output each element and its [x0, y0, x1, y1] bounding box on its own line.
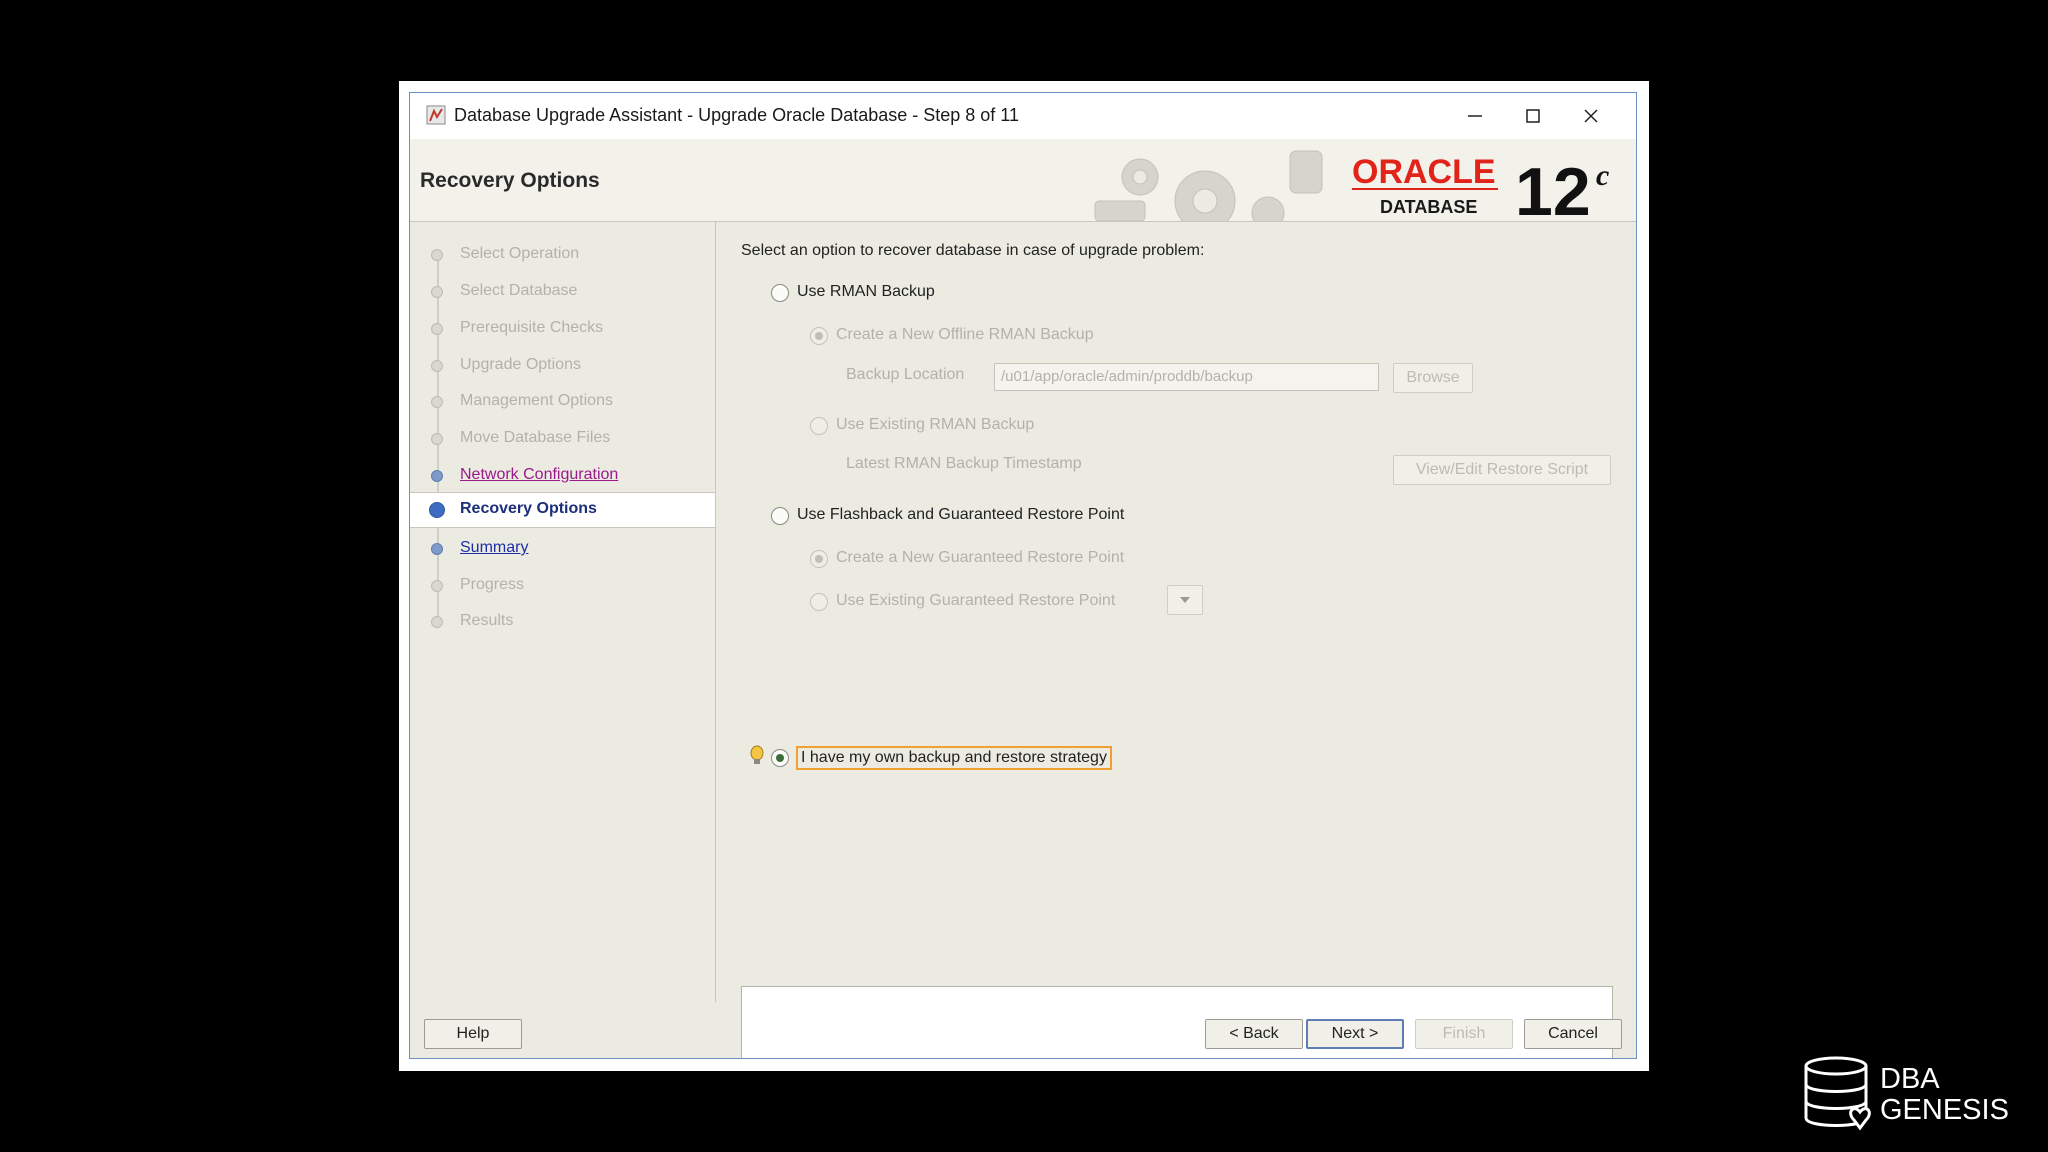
step-label: Results [460, 612, 514, 629]
back-button[interactable]: < Back [1205, 1019, 1303, 1049]
wordmark-line-2: GENESIS [1880, 1094, 2009, 1126]
step-network-configuration[interactable]: Network Configuration [410, 459, 715, 493]
create-guaranteed-restore-point-label: Create a New Guaranteed Restore Point [836, 549, 1125, 566]
browse-button[interactable]: Browse [1393, 363, 1473, 393]
step-dot-icon [431, 543, 443, 555]
finish-button[interactable]: Finish [1415, 1019, 1513, 1049]
use-flashback-label[interactable]: Use Flashback and Guaranteed Restore Poi… [797, 506, 1124, 524]
step-label: Progress [460, 576, 525, 593]
page-title: Recovery Options [420, 169, 600, 192]
use-existing-rman-backup-label: Use Existing RMAN Backup [836, 416, 1035, 433]
step-dot-icon [431, 286, 443, 298]
minimize-icon [1468, 115, 1482, 117]
step-management-options: Management Options [410, 385, 715, 419]
step-dot-icon [431, 616, 443, 628]
window-title: Database Upgrade Assistant - Upgrade Ora… [454, 105, 1019, 125]
maximize-button[interactable] [1504, 93, 1562, 139]
create-offline-rman-backup-label: Create a New Offline RMAN Backup [836, 326, 1094, 343]
own-backup-strategy-label[interactable]: I have my own backup and restore strateg… [796, 746, 1112, 770]
step-label[interactable]: Summary [460, 539, 528, 557]
svg-text:c: c [1596, 159, 1609, 192]
oracle-logo: ORACLE DATABASE 12 c [1352, 153, 1609, 219]
maximize-icon [1526, 109, 1540, 123]
use-rman-backup-radio[interactable] [771, 284, 789, 302]
step-select-database: Select Database [410, 275, 715, 309]
backup-location-label: Backup Location [846, 366, 965, 383]
step-summary[interactable]: Summary [410, 532, 715, 566]
recovery-options-panel: Select an option to recover database in … [716, 222, 1636, 1058]
step-label: Select Operation [460, 245, 580, 262]
use-existing-restore-point-radio[interactable] [810, 593, 828, 611]
dbua-window: Database Upgrade Assistant - Upgrade Ora… [409, 92, 1637, 1059]
use-rman-backup-label[interactable]: Use RMAN Backup [797, 283, 935, 301]
instruction-text: Select an option to recover database in … [741, 242, 1205, 259]
step-progress: Progress [410, 569, 715, 603]
step-prerequisite-checks: Prerequisite Checks [410, 312, 715, 346]
backup-location-field[interactable]: /u01/app/oracle/admin/proddb/backup [994, 363, 1379, 391]
restore-point-dropdown[interactable] [1167, 585, 1203, 615]
svg-text:ORACLE: ORACLE [1352, 153, 1496, 191]
lightbulb-icon [750, 745, 764, 764]
step-label: Recovery Options [460, 500, 597, 517]
step-dot-icon [431, 360, 443, 372]
help-button[interactable]: Help [424, 1019, 522, 1049]
title-bar: Database Upgrade Assistant - Upgrade Ora… [410, 93, 1636, 139]
use-existing-rman-backup-radio[interactable] [810, 417, 828, 435]
step-upgrade-options: Upgrade Options [410, 349, 715, 383]
step-label: Prerequisite Checks [460, 319, 604, 336]
own-backup-strategy-radio[interactable] [771, 749, 789, 767]
chevron-down-icon [1180, 597, 1190, 603]
create-guaranteed-restore-point-radio[interactable] [810, 550, 828, 568]
cancel-button[interactable]: Cancel [1524, 1019, 1622, 1049]
dba-genesis-wordmark: DBA GENESIS [1880, 1064, 2009, 1126]
use-existing-restore-point-label: Use Existing Guaranteed Restore Point [836, 592, 1116, 609]
svg-text:DATABASE: DATABASE [1380, 197, 1477, 217]
gears-graphic-icon [1094, 150, 1323, 221]
step-dot-icon [431, 249, 443, 261]
step-dot-icon [431, 323, 443, 335]
step-results: Results [410, 605, 715, 639]
step-dot-icon [431, 396, 443, 408]
next-button[interactable]: Next > [1306, 1019, 1404, 1049]
close-button[interactable] [1562, 93, 1620, 139]
step-label: Move Database Files [460, 429, 611, 446]
step-dot-icon [429, 502, 445, 518]
steps-navigation: Select Operation Select Database Prerequ… [410, 222, 716, 1002]
svg-text:12: 12 [1515, 154, 1591, 219]
step-label: Upgrade Options [460, 356, 581, 373]
step-select-operation: Select Operation [410, 238, 715, 272]
step-recovery-options[interactable]: Recovery Options [410, 492, 715, 528]
wordmark-line-1: DBA [1880, 1063, 1940, 1095]
rman-backup-timestamp-label: Latest RMAN Backup Timestamp [846, 455, 1082, 472]
close-icon [1584, 109, 1598, 123]
minimize-button[interactable] [1446, 93, 1504, 139]
create-offline-rman-backup-radio[interactable] [810, 327, 828, 345]
page-header: Recovery Options ORACLE DATABASE 12 c [410, 139, 1636, 222]
use-flashback-radio[interactable] [771, 507, 789, 525]
step-label: Select Database [460, 282, 578, 299]
view-edit-restore-script-button[interactable]: View/Edit Restore Script [1393, 455, 1611, 485]
step-label: Management Options [460, 392, 613, 409]
app-icon [426, 105, 446, 125]
step-dot-icon [431, 580, 443, 592]
step-dot-icon [431, 433, 443, 445]
step-label[interactable]: Network Configuration [460, 466, 618, 484]
step-dot-icon [431, 470, 443, 482]
step-move-database-files: Move Database Files [410, 422, 715, 456]
